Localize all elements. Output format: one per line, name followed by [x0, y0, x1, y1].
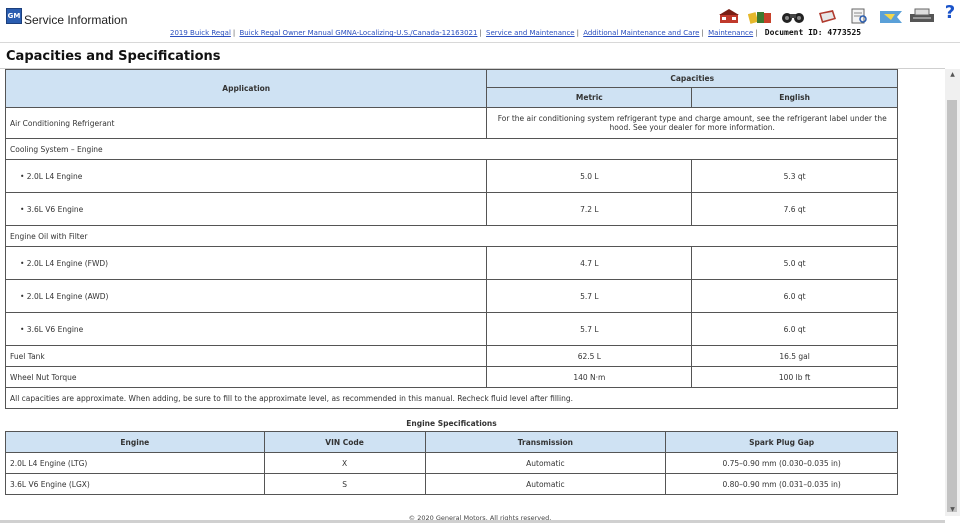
- scroll-thumb[interactable]: [947, 100, 957, 512]
- header-transmission: Transmission: [424, 431, 667, 453]
- row-label: • 2.0L L4 Engine: [4, 159, 488, 193]
- breadcrumb-item-maintenance[interactable]: Maintenance: [708, 29, 753, 37]
- books-icon[interactable]: [748, 8, 772, 24]
- table-row: Fuel Tank 62.5 L 16.5 gal: [4, 345, 898, 367]
- breadcrumb-item-additional[interactable]: Additional Maintenance and Care: [583, 29, 699, 37]
- row-label: Wheel Nut Torque: [4, 366, 488, 388]
- breadcrumb-item-manual[interactable]: Buick Regal Owner Manual GMNA-Localizing…: [239, 29, 477, 37]
- printer-icon[interactable]: [908, 8, 936, 24]
- table-row: Cooling System – Engine: [5, 138, 898, 160]
- metric-value: 4.7 L: [486, 246, 693, 280]
- metric-value: 5.7 L: [486, 279, 693, 313]
- scroll-up-arrow-icon[interactable]: ▲: [945, 69, 960, 81]
- book-icon[interactable]: [817, 8, 837, 24]
- toolbar: ?: [718, 2, 960, 26]
- breadcrumb-item-service[interactable]: Service and Maintenance: [486, 29, 575, 37]
- table-row: • 2.0L L4 Engine (FWD) 4.7 L 5.0 qt: [4, 246, 898, 280]
- spark-gap-cell: 0.75–0.90 mm (0.030–0.035 in): [665, 452, 898, 474]
- english-value: 7.6 qt: [691, 192, 898, 226]
- metric-value: 62.5 L: [486, 345, 693, 367]
- metric-value: 5.7 L: [486, 312, 693, 346]
- section-label: Cooling System – Engine: [5, 138, 898, 160]
- engine-specs-table: Engine VIN Code Transmission Spark Plug …: [5, 431, 898, 495]
- row-label: • 3.6L V6 Engine: [4, 192, 488, 226]
- engine-specs-title: Engine Specifications: [406, 419, 497, 428]
- header-engine: Engine: [5, 431, 265, 453]
- help-icon[interactable]: ?: [942, 2, 958, 23]
- capacities-table: Application Capacities Metric English Ai…: [4, 69, 898, 409]
- row-label: • 3.6L V6 Engine: [4, 312, 488, 346]
- header-application: Application: [4, 69, 488, 108]
- flag-icon[interactable]: [879, 8, 903, 24]
- table-row: • 2.0L L4 Engine 5.0 L 5.3 qt: [4, 159, 898, 193]
- table-row: • 3.6L V6 Engine 7.2 L 7.6 qt: [4, 192, 898, 226]
- english-value: 16.5 gal: [691, 345, 898, 367]
- engine-cell: 2.0L L4 Engine (LTG): [5, 452, 265, 474]
- capacities-note: All capacities are approximate. When add…: [5, 387, 898, 409]
- english-value: 5.3 qt: [691, 159, 898, 193]
- ac-note: For the air conditioning system refriger…: [486, 107, 898, 139]
- english-value: 6.0 qt: [691, 312, 898, 346]
- transmission-cell: Automatic: [424, 473, 667, 495]
- header-vin-code: VIN Code: [263, 431, 426, 453]
- spark-gap-cell: 0.80–0.90 mm (0.031–0.035 in): [665, 473, 898, 495]
- row-label: Air Conditioning Refrigerant: [4, 107, 488, 139]
- vin-cell: S: [263, 473, 426, 495]
- english-value: 5.0 qt: [691, 246, 898, 280]
- breadcrumb-item-model[interactable]: 2019 Buick Regal: [170, 29, 231, 37]
- home-icon[interactable]: [718, 8, 740, 24]
- row-label: Fuel Tank: [4, 345, 488, 367]
- binoculars-icon[interactable]: [781, 8, 805, 24]
- page-title: Capacities and Specifications: [6, 49, 221, 64]
- metric-value: 7.2 L: [486, 192, 693, 226]
- table-row: Wheel Nut Torque 140 N·m 100 lb ft: [4, 366, 898, 388]
- transmission-cell: Automatic: [424, 452, 667, 474]
- section-label: Engine Oil with Filter: [5, 225, 898, 247]
- metric-value: 140 N·m: [486, 366, 693, 388]
- metric-value: 5.0 L: [486, 159, 693, 193]
- document-id: Document ID: 4773525: [764, 28, 862, 37]
- header-capacities: Capacities: [486, 69, 898, 88]
- header-english: English: [691, 87, 898, 108]
- document-search-icon[interactable]: [849, 8, 869, 24]
- table-row: 3.6L V6 Engine (LGX) S Automatic 0.80–0.…: [5, 473, 898, 495]
- table-row: • 3.6L V6 Engine 5.7 L 6.0 qt: [4, 312, 898, 346]
- english-value: 100 lb ft: [691, 366, 898, 388]
- header-metric: Metric: [486, 87, 693, 108]
- vertical-scrollbar[interactable]: ▲ ▼: [945, 69, 960, 516]
- row-label: • 2.0L L4 Engine (FWD): [4, 246, 488, 280]
- table-row: • 2.0L L4 Engine (AWD) 5.7 L 6.0 qt: [4, 279, 898, 313]
- table-row: Engine Oil with Filter: [5, 225, 898, 247]
- header: GM Service Information 2019 Buick Regal |…: [0, 0, 960, 43]
- header-spark-plug-gap: Spark Plug Gap: [665, 431, 898, 453]
- app-title: Service Information: [24, 13, 128, 27]
- breadcrumb: 2019 Buick Regal | Buick Regal Owner Manu…: [170, 28, 862, 37]
- vin-cell: X: [263, 452, 426, 474]
- table-row: All capacities are approximate. When add…: [5, 387, 898, 409]
- english-value: 6.0 qt: [691, 279, 898, 313]
- table-row: 2.0L L4 Engine (LTG) X Automatic 0.75–0.…: [5, 452, 898, 474]
- table-row: Air Conditioning Refrigerant For the air…: [4, 107, 898, 139]
- engine-cell: 3.6L V6 Engine (LGX): [5, 473, 265, 495]
- row-label: • 2.0L L4 Engine (AWD): [4, 279, 488, 313]
- gm-logo-icon: GM: [6, 8, 22, 24]
